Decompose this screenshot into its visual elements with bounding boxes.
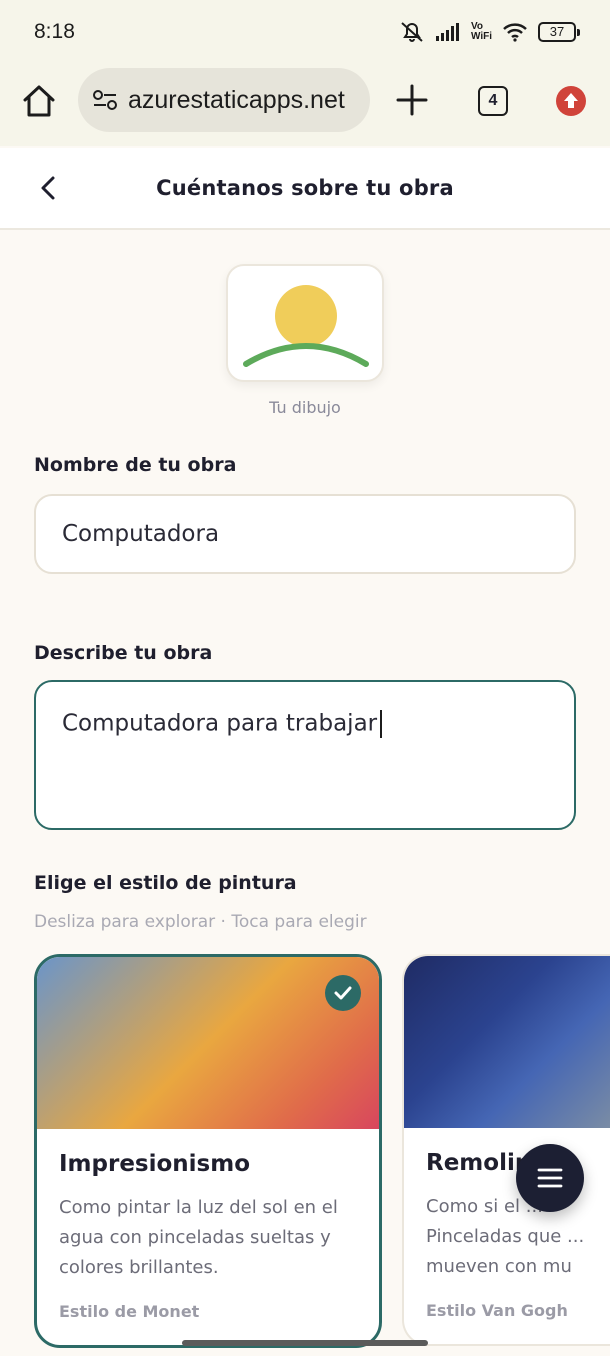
tab-switcher-button[interactable]: 4 — [478, 86, 508, 116]
app-header: Cuéntanos sobre tu obra — [0, 148, 610, 230]
status-time: 8:18 — [34, 20, 75, 43]
style-card-impresionismo[interactable]: Impresionismo Como pintar la luz del sol… — [34, 954, 382, 1348]
battery-indicator: 37 — [538, 22, 580, 42]
home-icon[interactable] — [20, 82, 58, 120]
drawing-caption: Tu dibujo — [269, 398, 341, 417]
url-text: azurestaticapps.net — [128, 85, 345, 114]
style-preview-image — [404, 956, 610, 1128]
site-settings-icon[interactable] — [92, 89, 118, 111]
name-input[interactable] — [34, 494, 576, 574]
wifi-icon — [503, 23, 527, 42]
description-label: Describe tu obra — [34, 642, 213, 664]
status-icons: Vo WiFi 37 — [399, 20, 580, 44]
update-icon[interactable] — [556, 86, 586, 116]
description-textarea[interactable]: Computadora para trabajar — [34, 680, 576, 830]
page-title: Cuéntanos sobre tu obra — [156, 176, 454, 200]
signal-icon — [435, 23, 459, 41]
description-text: Computadora para trabajar — [62, 710, 378, 737]
back-arrow-icon[interactable] — [34, 173, 64, 203]
drawing-preview — [243, 285, 369, 367]
gesture-bar[interactable] — [182, 1340, 428, 1346]
menu-icon — [537, 1168, 563, 1188]
style-section-hint: Desliza para explorar · Toca para elegir — [34, 912, 367, 932]
vowifi-bottom: WiFi — [470, 31, 492, 42]
style-card-remolinos[interactable]: Remolin Como si el ... Pinceladas que ..… — [402, 954, 610, 1346]
status-bar: 8:18 Vo WiFi 37 — [0, 0, 610, 64]
check-icon — [325, 975, 361, 1011]
address-bar[interactable]: azurestaticapps.net — [78, 68, 370, 132]
sun-shape — [275, 285, 337, 347]
browser-toolbar: azurestaticapps.net 4 — [0, 64, 610, 146]
drawing-thumbnail[interactable] — [226, 264, 384, 382]
style-card-title: Impresionismo — [59, 1151, 251, 1177]
ground-curve — [243, 343, 369, 367]
style-section-title: Elige el estilo de pintura — [34, 872, 297, 894]
style-card-description: Como pintar la luz del sol en el agua co… — [59, 1197, 338, 1278]
name-label: Nombre de tu obra — [34, 454, 237, 476]
style-card-artist: Estilo de Monet — [59, 1302, 200, 1321]
new-tab-icon[interactable] — [394, 82, 430, 118]
vowifi-indicator: Vo WiFi — [471, 22, 492, 42]
menu-fab-button[interactable] — [516, 1144, 584, 1212]
alarm-off-icon — [401, 22, 423, 42]
style-card-artist: Estilo Van Gogh — [426, 1301, 568, 1320]
text-caret — [380, 710, 383, 738]
